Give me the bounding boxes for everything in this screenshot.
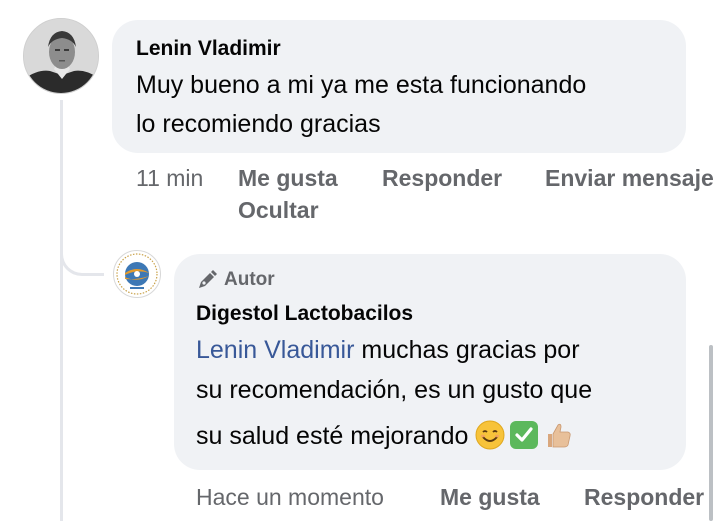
comment-text-line: lo recomiendo gracias bbox=[136, 110, 381, 138]
reply-reply-button[interactable]: Responder bbox=[584, 482, 704, 513]
avatar[interactable] bbox=[23, 18, 99, 94]
comment-text: Muy bueno a mi ya me esta funcionando lo… bbox=[136, 66, 662, 144]
reply-text-line: Lenin Vladimir muchas gracias por bbox=[196, 330, 664, 370]
reply-text-segment: su salud esté mejorando bbox=[196, 422, 476, 450]
comment-timestamp[interactable]: 11 min bbox=[136, 163, 203, 194]
reply-text-line: su salud esté mejorando bbox=[196, 416, 664, 456]
page-avatar[interactable] bbox=[113, 250, 161, 298]
reply-text: Lenin Vladimir muchas gracias por su rec… bbox=[196, 330, 664, 456]
send-message-button[interactable]: Enviar mensaje bbox=[545, 163, 714, 194]
reply-actions: Hace un momento Me gusta Responder bbox=[196, 482, 720, 518]
thread-line bbox=[60, 100, 63, 521]
smiling-face-emoji bbox=[475, 420, 505, 450]
author-badge: Autor bbox=[196, 268, 664, 292]
like-button[interactable]: Me gusta bbox=[238, 163, 338, 194]
reply-like-button[interactable]: Me gusta bbox=[440, 482, 540, 513]
brand-logo-icon bbox=[115, 252, 159, 296]
comment-text-line: Muy bueno a mi ya me esta funcionando bbox=[136, 71, 587, 99]
scrollbar[interactable] bbox=[709, 345, 713, 521]
reply-text-segment: muchas gracias por bbox=[354, 336, 580, 364]
comment-author[interactable]: Lenin Vladimir bbox=[136, 36, 662, 62]
comment-actions: 11 min Me gusta Responder Enviar mensaje… bbox=[136, 163, 720, 227]
thumbs-up-emoji bbox=[548, 423, 571, 448]
hide-button[interactable]: Ocultar bbox=[238, 195, 319, 226]
comment-bubble: Lenin Vladimir Muy bueno a mi ya me esta… bbox=[112, 20, 686, 153]
reply-bubble: Autor Digestol Lactobacilos Lenin Vladim… bbox=[174, 254, 686, 470]
reply-timestamp[interactable]: Hace un momento bbox=[196, 482, 384, 513]
thread-connector bbox=[60, 230, 104, 276]
mention-link[interactable]: Lenin Vladimir bbox=[196, 336, 354, 364]
reply-text-line: su recomendación, es un gusto que bbox=[196, 376, 593, 404]
check-mark-button-emoji bbox=[510, 421, 539, 449]
reply-button[interactable]: Responder bbox=[382, 163, 502, 194]
author-badge-label: Autor bbox=[224, 269, 275, 290]
pen-icon bbox=[199, 270, 217, 288]
profile-photo-icon bbox=[24, 19, 98, 93]
reply-author[interactable]: Digestol Lactobacilos bbox=[196, 300, 664, 328]
